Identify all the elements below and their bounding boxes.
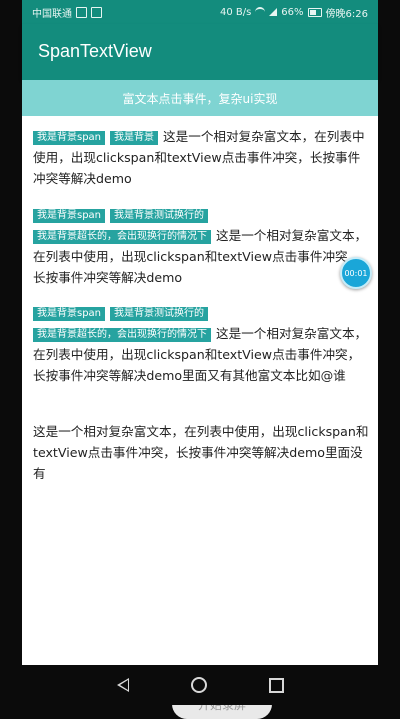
battery-percent: 66% <box>281 6 304 18</box>
clock: 傍晚6:26 <box>325 8 368 20</box>
recording-timer[interactable]: 00:01 <box>340 257 372 289</box>
span-tag[interactable]: 我是背景span <box>33 131 106 145</box>
banner-text: 富文本点击事件，复杂ui实现 <box>122 91 278 106</box>
navigation-bar <box>0 665 400 705</box>
timer-text: 00:01 <box>344 268 368 278</box>
content-area: 我是背景span 我是背景这是一个相对复杂富文本，在列表中使用，出现clicksp… <box>22 116 378 719</box>
span-tag[interactable]: 我是背景测试换行的 <box>110 209 209 223</box>
carrier-label: 中国联通 <box>32 8 72 20</box>
back-icon[interactable] <box>116 678 129 692</box>
net-speed: 40 B/s <box>219 6 252 18</box>
app-bar: SpanTextView <box>22 24 378 80</box>
span-tag[interactable]: 我是背景超长的，会出现换行的情况下 <box>33 230 211 244</box>
signal-icon <box>269 8 278 16</box>
span-tag[interactable]: 我是背景span <box>33 307 106 321</box>
span-tag[interactable]: 我是背景 <box>110 131 159 145</box>
notification-icon <box>76 6 87 18</box>
battery-icon <box>307 7 322 17</box>
rich-text-item[interactable]: 我是背景span 我是背景测试换行的 我是背景超长的，会出现换行的情况下 这是一个相对… <box>33 204 369 288</box>
app-title: SpanTextView <box>38 41 152 61</box>
rich-text-item[interactable]: 我是背景span 我是背景测试换行的 我是背景超长的，会出现换行的情况下 这是一个相对… <box>33 302 369 386</box>
rich-text-body: 这是一个相对复杂富文本，在列表中使用，出现clickspan和textView点… <box>33 424 369 481</box>
span-tag[interactable]: 我是背景超长的，会出现换行的情况下 <box>33 328 211 342</box>
wifi-icon <box>255 7 266 17</box>
rich-text-item[interactable]: 这是一个相对复杂富文本，在列表中使用，出现clickspan和textView点… <box>33 421 369 484</box>
rich-text-item[interactable]: 我是背景span 我是背景 这是一个相对复杂富文本，在列表中使用，出现clicksp… <box>33 126 369 189</box>
recent-apps-icon[interactable] <box>268 677 284 693</box>
span-tag[interactable]: 我是背景测试换行的 <box>110 307 209 321</box>
banner[interactable]: 富文本点击事件，复杂ui实现 <box>22 80 378 116</box>
span-tag[interactable]: 我是背景span <box>33 209 106 223</box>
status-bar: 中国联通 40 B/s 66% 傍晚6:26 <box>22 0 378 24</box>
usb-icon <box>91 6 102 18</box>
home-icon[interactable] <box>190 677 207 693</box>
